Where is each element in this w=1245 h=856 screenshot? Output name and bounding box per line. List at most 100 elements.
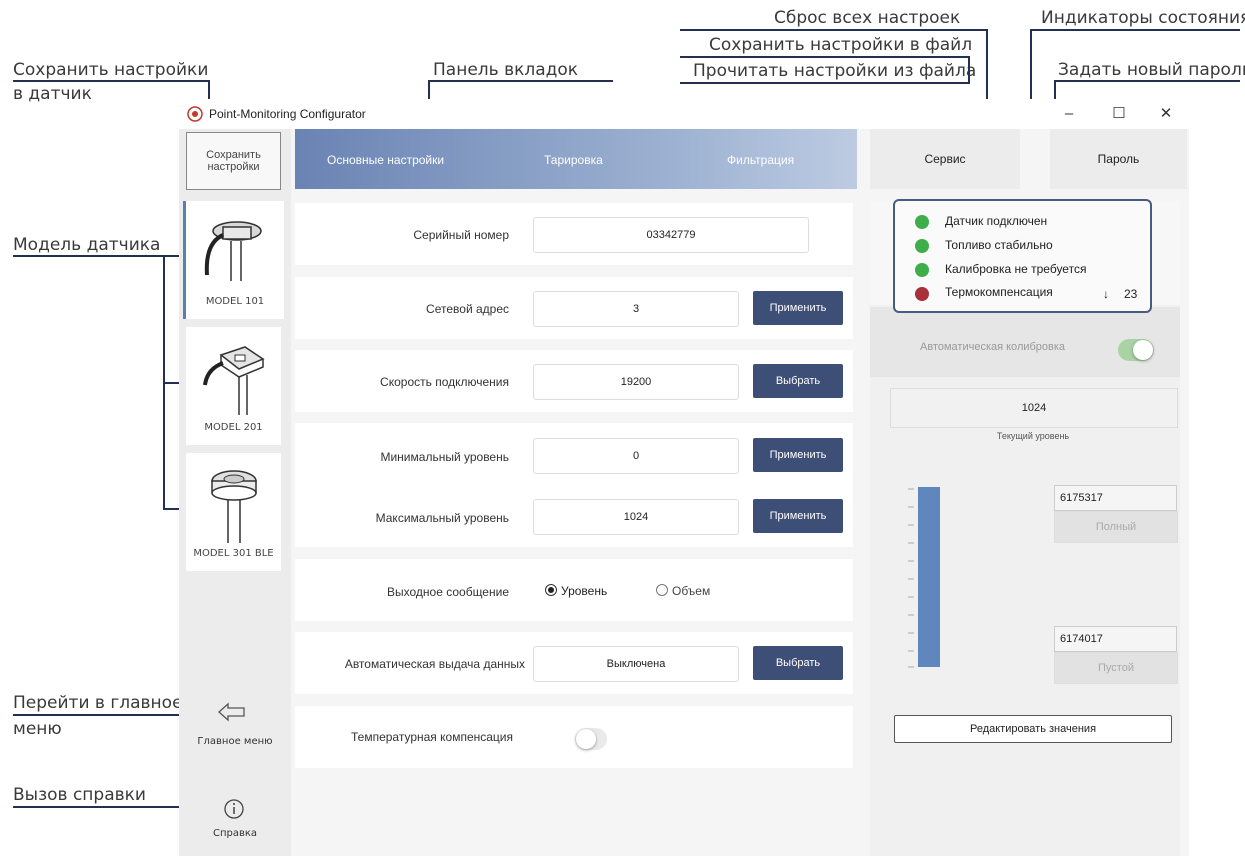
max-level-label: Максимальный уровень <box>375 511 509 525</box>
auto-output-label: Автоматическая выдача данных <box>344 657 525 671</box>
status-connected: Датчик подключен <box>945 214 1048 228</box>
full-value-field[interactable]: 6175317 <box>1054 485 1177 511</box>
status-indicators: Датчик подключен Топливо стабильно Калиб… <box>893 199 1152 313</box>
tab-main-settings[interactable]: Основные настройки <box>327 153 444 167</box>
auto-calibration-label: Автоматическая колибровка <box>920 341 1066 353</box>
serial-row: Серийный номер 03342779 <box>295 203 853 265</box>
max-level-input[interactable]: 1024 <box>533 499 739 535</box>
save-to-sensor-button[interactable]: Сохранить настройки <box>186 132 281 190</box>
tab-calibration[interactable]: Тарировка <box>544 153 603 167</box>
auto-calibration-row: Автоматическая колибровка <box>870 307 1180 377</box>
main-menu-button[interactable]: Главное меню <box>179 696 291 756</box>
auto-output-row: Автоматическая выдача данных Выключена В… <box>295 632 853 694</box>
speed-field[interactable]: 19200 <box>533 364 739 400</box>
address-row: Сетевой адрес 3 Применить <box>295 277 853 339</box>
annotation-reset-all: Сброс всех настроек <box>774 8 961 28</box>
annotation-save-to-sensor-2: в датчик <box>13 84 92 104</box>
edit-values-button[interactable]: Редактировать значения <box>894 715 1172 743</box>
help-button[interactable]: Справка <box>179 794 291 854</box>
toggle-knob <box>576 729 596 749</box>
annotation-underline <box>13 806 201 808</box>
annotation-underline <box>13 80 208 82</box>
status-thermo: Термокомпенсация <box>945 285 1053 299</box>
output-radio-level[interactable]: Уровень <box>545 583 607 598</box>
output-radio-volume-label: Объем <box>672 584 711 598</box>
min-level-apply-button[interactable]: Применить <box>753 438 843 472</box>
speed-row: Скорость подключения 19200 Выбрать <box>295 350 853 412</box>
output-row: Выходное сообщение Уровень Объем <box>295 559 853 621</box>
annotation-status-indicators: Индикаторы состояния <box>1041 8 1245 28</box>
annotation-connector <box>968 56 970 84</box>
address-input[interactable]: 3 <box>533 291 739 327</box>
empty-value-field[interactable]: 6174017 <box>1054 626 1177 652</box>
minimize-button[interactable]: – <box>1054 103 1084 125</box>
status-dot-thermo <box>915 287 929 301</box>
auto-output-select-button[interactable]: Выбрать <box>753 646 843 680</box>
annotation-save-to-file: Сохранить настройки в файл <box>709 35 973 55</box>
level-gauge-fill <box>918 487 940 667</box>
window-title: Point-Monitoring Configurator <box>209 107 366 121</box>
maximize-button[interactable]: ☐ <box>1104 103 1134 125</box>
status-dot-connected <box>915 215 929 229</box>
annotation-help: Вызов справки <box>13 785 146 805</box>
auto-calibration-toggle[interactable] <box>1118 339 1154 361</box>
model-101-card[interactable]: MODEL 101 <box>183 201 284 319</box>
address-apply-button[interactable]: Применить <box>753 291 843 325</box>
annotation-tab-panel: Панель вкладок <box>433 60 579 80</box>
tab-filtration[interactable]: Фильтрация <box>727 153 794 167</box>
tab-panel: Основные настройки Тарировка Фильтрация <box>295 129 857 189</box>
serial-field: 03342779 <box>533 217 809 253</box>
temp-comp-label: Температурная компенсация <box>351 730 513 744</box>
model-201-card[interactable]: MODEL 201 <box>186 327 281 445</box>
temp-comp-row: Температурная компенсация <box>295 706 853 768</box>
min-level-input[interactable]: 0 <box>533 438 739 474</box>
level-row: Минимальный уровень 0 Применить Максимал… <box>295 423 853 547</box>
status-dot-fuel <box>915 239 929 253</box>
status-calibration: Калибровка не требуется <box>945 262 1087 276</box>
max-level-apply-button[interactable]: Применить <box>753 499 843 533</box>
sensor-201-icon <box>203 346 265 415</box>
model-label: MODEL 101 <box>205 296 265 307</box>
annotation-underline <box>680 29 988 31</box>
output-radio-level-label: Уровень <box>561 584 608 598</box>
app-window: Point-Monitoring Configurator – ☐ ✕ Сохр… <box>179 99 1189 856</box>
min-level-label: Минимальный уровень <box>380 450 509 464</box>
annotation-main-menu: Перейти в главное <box>13 693 183 713</box>
arrow-left-icon <box>218 702 245 722</box>
annotation-read-from-file: Прочитать настройки из файла <box>693 61 977 81</box>
model-label: MODEL 301 BLE <box>193 548 274 559</box>
annotation-save-to-sensor: Сохранить настройки <box>13 60 209 80</box>
annotation-sensor-model: Модель датчика <box>13 235 161 255</box>
full-button[interactable]: Полный <box>1054 511 1178 543</box>
model-301-ble-card[interactable]: MODEL 301 BLE <box>186 453 281 571</box>
close-button[interactable]: ✕ <box>1151 103 1181 125</box>
speed-label: Скорость подключения <box>380 375 509 389</box>
radio-selected-dot <box>548 587 554 593</box>
main-menu-label: Главное меню <box>197 736 273 747</box>
sensor-301-ble-icon <box>211 470 257 543</box>
annotation-underline <box>680 56 970 58</box>
auto-output-field[interactable]: Выключена <box>533 646 739 682</box>
output-radio-volume[interactable]: Объем <box>656 583 710 598</box>
serial-label: Серийный номер <box>413 228 509 242</box>
level-gauge <box>908 487 940 668</box>
temp-arrow-icon: ↓ <box>1103 287 1109 301</box>
tab-password[interactable]: Пароль <box>1050 129 1187 189</box>
speed-select-button[interactable]: Выбрать <box>753 364 843 398</box>
model-label: MODEL 201 <box>204 422 263 433</box>
annotation-set-password: Задать новый пароль <box>1058 60 1245 80</box>
annotation-underline <box>13 255 165 257</box>
annotation-underline <box>428 80 613 82</box>
temp-comp-toggle[interactable] <box>575 728 607 750</box>
current-level-field: 1024 <box>890 388 1178 428</box>
tab-service[interactable]: Сервис <box>870 129 1020 189</box>
app-logo-icon <box>187 106 203 122</box>
address-label: Сетевой адрес <box>426 302 509 316</box>
annotation-underline <box>1054 80 1240 82</box>
empty-button[interactable]: Пустой <box>1054 652 1178 684</box>
sensor-101-icon <box>204 221 262 281</box>
status-fuel: Топливо стабильно <box>945 238 1053 252</box>
status-dot-calibration <box>915 263 929 277</box>
temp-value: 23 <box>1124 287 1138 301</box>
current-level-label: Текущий уровень <box>996 431 1070 441</box>
